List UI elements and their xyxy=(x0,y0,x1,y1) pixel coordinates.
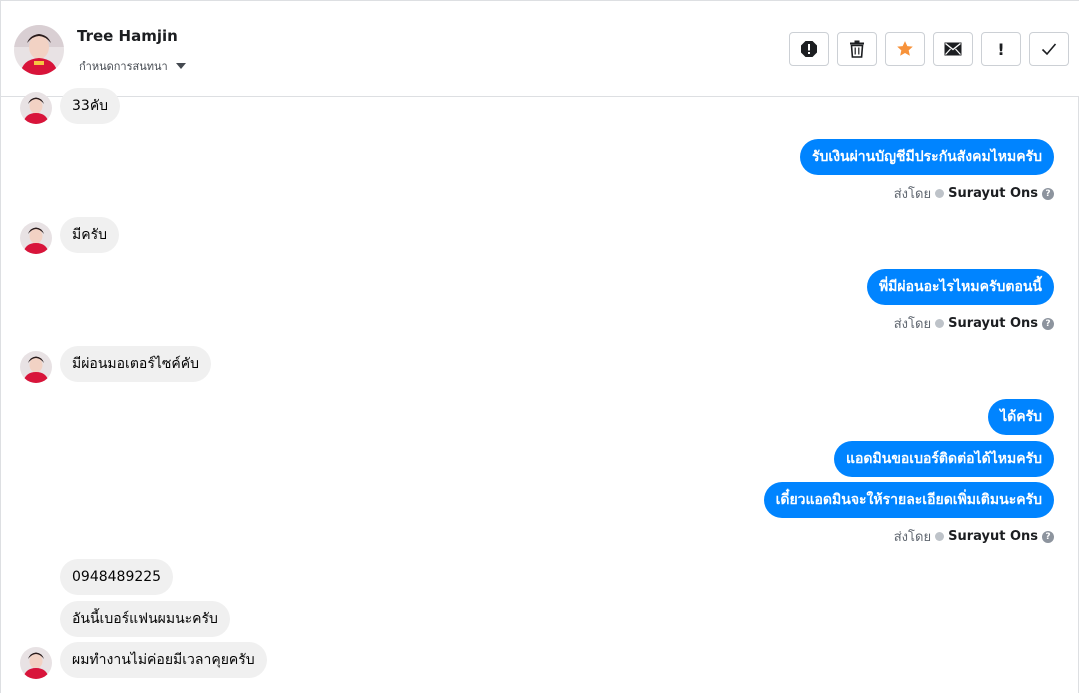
delete-button[interactable] xyxy=(837,32,877,66)
sent-by-info: ส่งโดย Surayut Ons ? xyxy=(894,183,1054,204)
sender-name: Surayut Ons xyxy=(948,529,1038,544)
contact-name[interactable]: Tree Hamjin xyxy=(77,27,178,45)
incoming-message: มีครับ xyxy=(60,217,119,253)
incoming-message: อันนี้เบอร์แฟนผมนะครับ xyxy=(60,601,230,637)
conversation-status-label: กำหนดการสนทนา xyxy=(79,60,168,73)
trash-icon xyxy=(849,40,865,58)
avatar[interactable] xyxy=(14,25,64,75)
checkmark-icon xyxy=(1041,42,1057,56)
incoming-message: ผมทำงานไม่ค่อยมีเวลาคุยครับ xyxy=(60,642,267,678)
contact-avatar[interactable] xyxy=(20,647,52,679)
mark-important-button[interactable]: ! xyxy=(981,32,1021,66)
sender-name: Surayut Ons xyxy=(948,186,1038,201)
star-button[interactable] xyxy=(885,32,925,66)
outgoing-message: ได้ครับ xyxy=(988,399,1054,435)
help-icon[interactable]: ? xyxy=(1042,317,1054,330)
sent-by-label: ส่งโดย xyxy=(893,317,932,332)
exclamation-icon: ! xyxy=(997,39,1005,59)
outgoing-message: แอดมินขอเบอร์ติดต่อได้ไหมครับ xyxy=(834,441,1054,477)
envelope-icon xyxy=(944,42,962,56)
verified-icon xyxy=(935,532,945,541)
mark-done-button[interactable] xyxy=(1029,32,1069,66)
outgoing-message: เดี๋ยวแอดมินจะให้รายละเอียดเพิ่มเติมนะคร… xyxy=(763,482,1054,518)
sent-by-label: ส่งโดย xyxy=(893,530,932,545)
caret-down-icon xyxy=(175,63,186,69)
report-octagon-icon xyxy=(800,40,818,58)
conversation-header: Tree Hamjin กำหนดการสนทนา ! xyxy=(1,1,1079,97)
sender-name: Surayut Ons xyxy=(948,316,1038,331)
outgoing-message: พี่มีผ่อนอะไรไหมครับตอนนี้ xyxy=(866,269,1054,305)
incoming-message: มีผ่อนมอเตอร์ไซค์คับ xyxy=(60,346,212,382)
contact-avatar[interactable] xyxy=(20,351,52,383)
outgoing-message: รับเงินผ่านบัญชีมีประกันสังคมไหมครับ xyxy=(800,139,1054,175)
incoming-message: 33คับ xyxy=(60,88,121,124)
contact-avatar[interactable] xyxy=(20,92,52,124)
header-actions: ! xyxy=(789,32,1069,66)
conversation-status-dropdown[interactable]: กำหนดการสนทนา xyxy=(79,57,186,75)
contact-avatar[interactable] xyxy=(20,222,52,254)
mark-unread-button[interactable] xyxy=(933,32,973,66)
verified-icon xyxy=(935,319,945,328)
incoming-message: 0948489225 xyxy=(60,559,174,595)
star-icon xyxy=(896,40,914,58)
help-icon[interactable]: ? xyxy=(1042,187,1054,200)
sent-by-info: ส่งโดย Surayut Ons ? xyxy=(894,526,1054,547)
sent-by-label: ส่งโดย xyxy=(893,187,932,202)
mark-spam-button[interactable] xyxy=(789,32,829,66)
help-icon[interactable]: ? xyxy=(1042,530,1054,543)
sent-by-info: ส่งโดย Surayut Ons ? xyxy=(894,313,1054,334)
verified-icon xyxy=(935,189,945,198)
